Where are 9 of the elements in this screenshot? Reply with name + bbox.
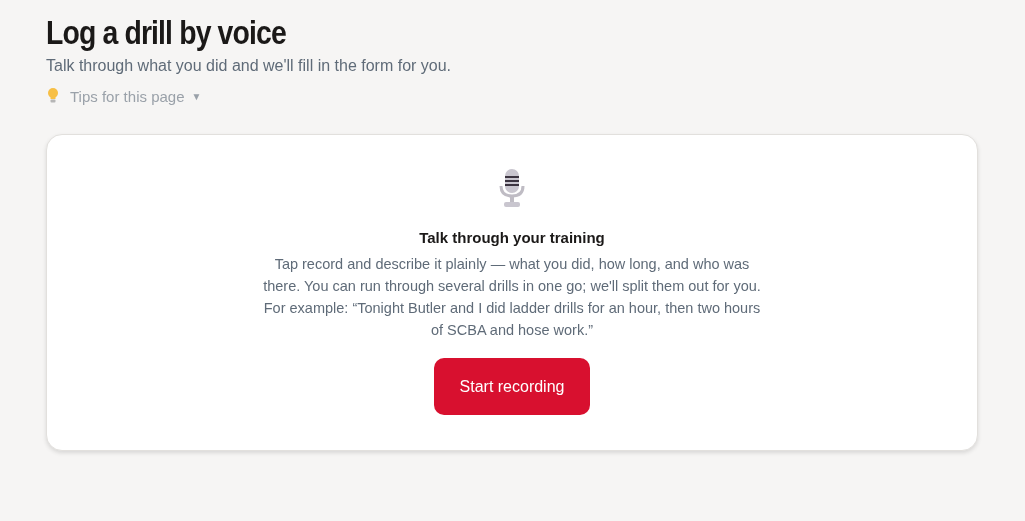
card-description: Tap record and describe it plainly — what you did, how long, and who was there. You can run through several drills in one go; we'll split them out for you. For example: “Tonight Butler and I did ladder drills for an hour, then two hours of SCBA and hose work.” [262,255,762,340]
card-heading: Talk through your training [419,229,605,246]
page-subtitle: Talk through what you did and we'll fill in the form for you. [46,57,453,75]
start-recording-button[interactable]: Start recording [434,358,590,415]
tips-toggle[interactable]: Tips for this page [70,87,185,105]
microphone-icon [498,168,526,208]
caret-icon[interactable]: ▼ [191,90,202,102]
lightbulb-icon [46,87,60,105]
page-title: Log a drill by voice [46,14,286,52]
